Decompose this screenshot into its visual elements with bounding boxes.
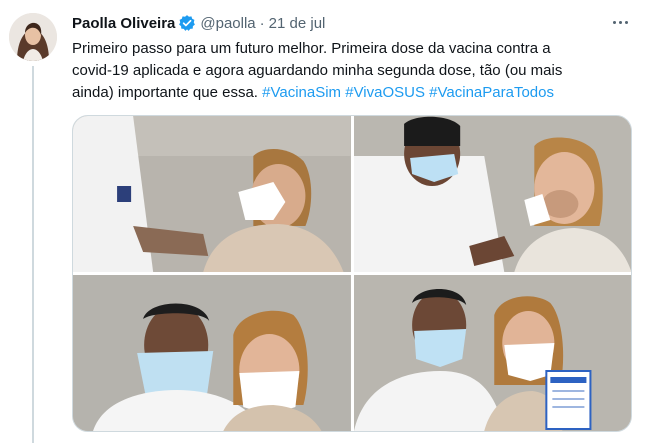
thread-line xyxy=(32,66,34,443)
hashtag-link[interactable]: #VacinaParaTodos xyxy=(429,84,554,101)
photo-4[interactable] xyxy=(353,275,631,431)
tweet-header: Paolla Oliveira @paolla · 21 de jul xyxy=(72,13,325,33)
verified-badge-icon xyxy=(178,14,196,32)
tweet-text-line: Primeiro passo para um futuro melhor. Pr… xyxy=(72,40,551,57)
photo-2[interactable] xyxy=(353,116,631,272)
author-handle[interactable]: @paolla xyxy=(200,15,255,32)
tweet-text: Primeiro passo para um futuro melhor. Pr… xyxy=(72,38,632,104)
tweet-date[interactable]: 21 de jul xyxy=(269,15,326,32)
photo-3[interactable] xyxy=(73,275,351,431)
tweet-text-line3: ainda) importante que essa. xyxy=(72,84,258,101)
author-name[interactable]: Paolla Oliveira xyxy=(72,15,175,32)
photo-1[interactable] xyxy=(73,116,351,272)
header-separator: · xyxy=(259,14,265,32)
avatar[interactable] xyxy=(9,13,57,61)
more-options-icon[interactable] xyxy=(608,12,632,32)
tweet-text-line: covid-19 aplicada e agora aguardando min… xyxy=(72,62,563,79)
media-grid xyxy=(72,115,632,432)
hashtag-link[interactable]: #VivaOSUS xyxy=(345,84,425,101)
tweet[interactable]: Paolla Oliveira @paolla · 21 de jul Prim… xyxy=(0,0,645,443)
hashtag-link[interactable]: #VacinaSim xyxy=(262,84,341,101)
tweet-text-line: ainda) importante que essa. #VacinaSim #… xyxy=(72,82,632,104)
